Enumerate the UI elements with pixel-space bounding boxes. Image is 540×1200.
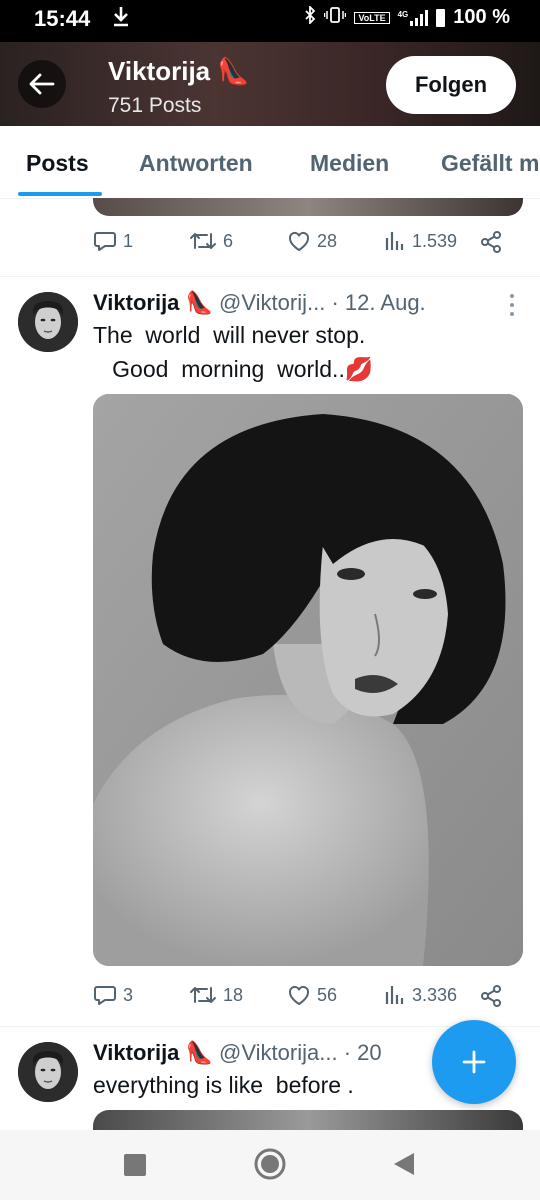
profile-tabs: Posts Antworten Medien Gefällt mir	[0, 126, 540, 199]
tweet-actions: 3 18 56 3.336	[93, 984, 513, 1020]
more-options-button[interactable]	[508, 294, 516, 316]
heart-icon	[288, 231, 310, 251]
prev-tweet-actions: 1 6 28 1.539	[93, 230, 513, 266]
tweet-text: everything is like before .	[93, 1072, 354, 1098]
vibrate-icon	[324, 7, 347, 28]
more-dot	[510, 303, 514, 307]
next-tweet-image[interactable]	[93, 1110, 523, 1130]
share-icon	[481, 231, 501, 253]
status-bar: 15:44 VoLTE 4G 100 %	[0, 0, 540, 42]
signal-icon: 4G	[397, 9, 429, 26]
bluetooth-icon	[304, 4, 316, 29]
dot-separator: ·	[331, 290, 339, 315]
prev-tweet-image[interactable]	[93, 198, 523, 216]
back-button[interactable]	[18, 60, 66, 108]
circle-icon	[254, 1148, 286, 1180]
tweet-text-line-1: The world will never stop.	[93, 322, 366, 348]
profile-name: Viktorija 👠	[108, 56, 250, 86]
tweet-media-photo[interactable]	[93, 394, 523, 966]
like-count: 56	[317, 984, 338, 1005]
share-icon	[481, 985, 501, 1007]
retweet-button[interactable]: 18	[189, 984, 243, 1006]
reply-icon	[94, 232, 116, 251]
tab-posts[interactable]: Posts	[26, 150, 89, 177]
square-icon	[124, 1154, 146, 1176]
views-count: 3.336	[412, 984, 458, 1005]
analytics-icon	[385, 232, 404, 250]
dot-separator: ·	[343, 1040, 352, 1065]
profile-header: Viktorija 👠 751 Posts Folgen	[0, 42, 540, 126]
photo-image	[93, 394, 523, 966]
analytics-icon	[385, 986, 404, 1004]
reply-count: 3	[123, 984, 134, 1005]
views-button[interactable]: 3.336	[384, 984, 457, 1006]
follow-button[interactable]: Folgen	[386, 56, 516, 114]
status-time: 15:44	[34, 6, 91, 31]
avatar-image	[18, 1042, 78, 1102]
posts-count: 751 Posts	[108, 94, 202, 117]
plus-icon	[462, 1050, 486, 1074]
tab-active-indicator	[18, 192, 102, 196]
like-button[interactable]: 28	[287, 230, 337, 252]
reply-button[interactable]: 3	[93, 984, 133, 1006]
views-button[interactable]: 1.539	[384, 230, 457, 252]
share-button[interactable]	[479, 230, 503, 254]
retweet-button[interactable]: 6	[189, 230, 233, 252]
tab-media[interactable]: Medien	[310, 150, 389, 177]
author-name[interactable]: Viktorija 👠	[93, 1040, 213, 1065]
retweet-count: 6	[223, 230, 234, 251]
reply-icon	[94, 986, 116, 1005]
recents-button[interactable]	[123, 1153, 147, 1182]
back-nav-button[interactable]	[392, 1151, 416, 1182]
views-count: 1.539	[412, 230, 458, 251]
reply-button[interactable]: 1	[93, 230, 133, 252]
author-name[interactable]: Viktorija 👠	[93, 290, 213, 315]
battery-level: 100 %	[453, 6, 510, 28]
network-type: 4G	[397, 9, 409, 19]
author-handle[interactable]: @Viktorija...	[219, 1040, 338, 1065]
author-handle[interactable]: @Viktorij...	[219, 290, 325, 315]
home-button[interactable]	[253, 1147, 287, 1186]
compose-button[interactable]	[432, 1020, 516, 1104]
tweet-divider	[0, 276, 540, 277]
tweet-date[interactable]: 12. Aug.	[345, 290, 426, 315]
heart-icon	[288, 985, 310, 1005]
triangle-back-icon	[394, 1153, 414, 1175]
volte-badge: VoLTE	[354, 11, 390, 24]
status-icons: VoLTE 4G 100 %	[304, 4, 510, 29]
like-count: 28	[317, 230, 338, 251]
retweet-icon	[190, 987, 216, 1003]
tweet-header: Viktorija 👠 @Viktorij... · 12. Aug.	[93, 290, 426, 320]
reply-count: 1	[123, 230, 134, 251]
system-nav-bar	[0, 1130, 540, 1200]
retweet-count: 18	[223, 984, 244, 1005]
tab-replies[interactable]: Antworten	[139, 150, 253, 177]
more-dot	[510, 312, 514, 316]
avatar-image	[18, 292, 78, 352]
tweet-header: Viktorija 👠 @Viktorija... · 20	[93, 1040, 382, 1070]
tab-likes[interactable]: Gefällt mir	[441, 150, 540, 177]
retweet-icon	[190, 233, 216, 249]
share-button[interactable]	[479, 984, 503, 1008]
tweet-text-line-2: Good morning world..💋	[93, 356, 374, 382]
tweet-date[interactable]: 20	[357, 1040, 381, 1065]
avatar[interactable]	[18, 1042, 78, 1102]
download-icon	[112, 5, 130, 33]
battery-icon	[436, 8, 446, 27]
arrow-left-icon	[29, 73, 55, 95]
avatar[interactable]	[18, 292, 78, 352]
more-dot	[510, 294, 514, 298]
like-button[interactable]: 56	[287, 984, 337, 1006]
